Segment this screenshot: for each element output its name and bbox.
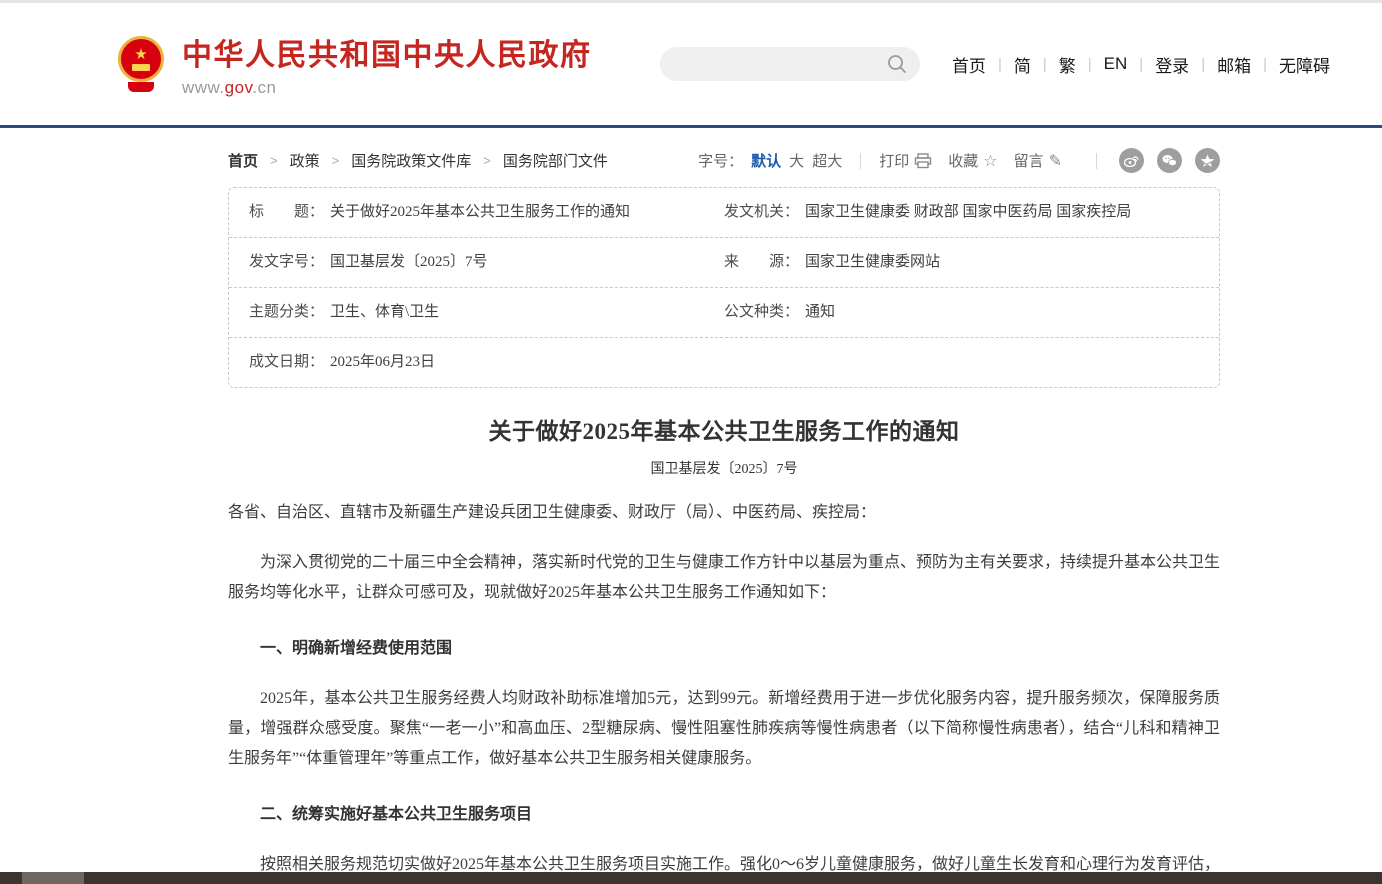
pencil-icon: ✎ <box>1049 151 1062 171</box>
search-input[interactable] <box>676 56 886 72</box>
top-nav: 首页 | 简 | 繁 | EN | 登录 | 邮箱 | 无障碍 <box>940 52 1342 77</box>
paragraph-section-1: 2025年，基本公共卫生服务经费人均财政补助标准增加5元，达到99元。新增经费用… <box>228 684 1220 774</box>
meta-type-label: 公文种类： <box>724 304 799 320</box>
nav-item-home[interactable]: 首页 <box>940 52 998 77</box>
meta-number-label: 发文字号： <box>249 254 324 270</box>
toolbar-divider <box>860 153 861 169</box>
nav-item-mail[interactable]: 邮箱 <box>1205 52 1263 77</box>
meta-agency-value: 国家卫生健康委 财政部 国家中医药局 国家疾控局 <box>805 204 1131 220</box>
font-size-large-button[interactable]: 大 <box>789 150 804 171</box>
meta-empty-cell <box>724 353 1199 372</box>
meta-number-value: 国卫基层发〔2025〕7号 <box>330 254 488 270</box>
emblem-circle: ★ <box>118 36 164 82</box>
meta-row-date: 成文日期： 2025年06月23日 <box>229 338 1219 387</box>
meta-category-label: 主题分类： <box>249 304 324 320</box>
toolbar-divider <box>1096 153 1097 169</box>
breadcrumb-policy-library[interactable]: 国务院政策文件库 <box>351 150 471 171</box>
meta-agency-label: 发文机关： <box>724 204 799 220</box>
nav-item-simplified[interactable]: 简 <box>1002 52 1043 77</box>
meta-title-cell: 标 题： 关于做好2025年基本公共卫生服务工作的通知 <box>249 203 724 222</box>
qzone-share-button[interactable] <box>1195 148 1220 173</box>
search-icon[interactable] <box>886 53 908 75</box>
print-label: 打印 <box>879 150 909 171</box>
url-gov: gov <box>225 78 253 97</box>
section-heading-1: 一、明确新增经费使用范围 <box>228 634 1220 664</box>
paragraph-intro: 为深入贯彻党的二十届三中全会精神，落实新时代党的卫生与健康工作方针中以基层为重点… <box>228 548 1220 608</box>
comment-button[interactable]: 留言 ✎ <box>1014 150 1062 171</box>
meta-source-cell: 来 源： 国家卫生健康委网站 <box>724 253 1199 272</box>
comment-label: 留言 <box>1014 150 1044 171</box>
wechat-share-button[interactable] <box>1157 148 1182 173</box>
meta-date-cell: 成文日期： 2025年06月23日 <box>249 353 724 372</box>
site-url: www.gov.cn <box>182 78 592 98</box>
main-content: 首页 > 政策 > 国务院政策文件库 > 国务院部门文件 字号： 默认 大 超大… <box>228 128 1220 884</box>
horizontal-scrollbar[interactable] <box>0 872 1382 884</box>
meta-source-value: 国家卫生健康委网站 <box>805 254 940 270</box>
breadcrumb-policy[interactable]: 政策 <box>290 150 320 171</box>
print-button[interactable]: 打印 <box>879 150 932 171</box>
search-box[interactable] <box>660 47 920 81</box>
scrollbar-thumb[interactable] <box>22 872 84 884</box>
meta-title-label: 标 题： <box>249 204 324 220</box>
breadcrumb: 首页 > 政策 > 国务院政策文件库 > 国务院部门文件 <box>228 150 608 171</box>
meta-type-cell: 公文种类： 通知 <box>724 303 1199 322</box>
site-header: ★ 中华人民共和国中央人民政府 www.gov.cn 首页 | 简 | 繁 | … <box>0 3 1382 125</box>
weibo-share-button[interactable] <box>1119 148 1144 173</box>
nav-item-english[interactable]: EN <box>1092 54 1140 74</box>
meta-type-value: 通知 <box>805 304 835 320</box>
font-size-xlarge-button[interactable]: 超大 <box>812 150 842 171</box>
document-body: 关于做好2025年基本公共卫生服务工作的通知 国卫基层发〔2025〕7号 各省、… <box>228 412 1220 884</box>
breadcrumb-separator: > <box>483 153 491 168</box>
document-title: 关于做好2025年基本公共卫生服务工作的通知 <box>268 412 1180 446</box>
brand-text: 中华人民共和国中央人民政府 www.gov.cn <box>182 30 592 98</box>
url-cn: .cn <box>252 78 276 97</box>
document-meta-table: 标 题： 关于做好2025年基本公共卫生服务工作的通知 发文机关： 国家卫生健康委 … <box>228 187 1220 388</box>
nav-item-traditional[interactable]: 繁 <box>1047 52 1088 77</box>
meta-date-label: 成文日期： <box>249 354 324 370</box>
meta-number-cell: 发文字号： 国卫基层发〔2025〕7号 <box>249 253 724 272</box>
meta-date-value: 2025年06月23日 <box>330 354 435 370</box>
document-number-subtitle: 国卫基层发〔2025〕7号 <box>228 458 1220 478</box>
meta-row-category-type: 主题分类： 卫生、体育\卫生 公文种类： 通知 <box>229 288 1219 338</box>
wechat-icon <box>1162 154 1177 167</box>
nav-item-login[interactable]: 登录 <box>1143 52 1201 77</box>
meta-category-value: 卫生、体育\卫生 <box>330 304 439 320</box>
font-size-label: 字号： <box>698 150 743 171</box>
favorite-label: 收藏 <box>948 150 978 171</box>
paragraph-salutation: 各省、自治区、直辖市及新疆生产建设兵团卫生健康委、财政厅（局）、中医药局、疾控局… <box>228 498 1220 528</box>
emblem-star-icon: ★ <box>134 48 147 62</box>
site-brand[interactable]: ★ 中华人民共和国中央人民政府 www.gov.cn <box>118 30 592 98</box>
meta-row-title-agency: 标 题： 关于做好2025年基本公共卫生服务工作的通知 发文机关： 国家卫生健康委 … <box>229 188 1219 238</box>
meta-agency-cell: 发文机关： 国家卫生健康委 财政部 国家中医药局 国家疾控局 <box>724 203 1199 222</box>
meta-source-label: 来 源： <box>724 254 799 270</box>
breadcrumb-separator: > <box>270 153 278 168</box>
share-buttons <box>1119 148 1220 173</box>
favorite-button[interactable]: 收藏 ☆ <box>948 150 997 171</box>
section-heading-2: 二、统筹实施好基本公共卫生服务项目 <box>228 800 1220 830</box>
emblem-gate-shape <box>132 64 150 71</box>
weibo-icon <box>1124 154 1139 167</box>
meta-category-cell: 主题分类： 卫生、体育\卫生 <box>249 303 724 322</box>
national-emblem-logo[interactable]: ★ <box>118 36 166 92</box>
breadcrumb-dept-docs[interactable]: 国务院部门文件 <box>503 150 608 171</box>
site-title: 中华人民共和国中央人民政府 <box>182 30 592 74</box>
emblem-ribbon <box>128 82 154 92</box>
header-right: 首页 | 简 | 繁 | EN | 登录 | 邮箱 | 无障碍 <box>660 47 1342 81</box>
breadcrumb-toolbar-row: 首页 > 政策 > 国务院政策文件库 > 国务院部门文件 字号： 默认 大 超大… <box>228 128 1220 187</box>
breadcrumb-home[interactable]: 首页 <box>228 150 258 171</box>
font-size-default-button[interactable]: 默认 <box>751 150 781 171</box>
url-www: www. <box>182 78 225 97</box>
meta-row-number-source: 发文字号： 国卫基层发〔2025〕7号 来 源： 国家卫生健康委网站 <box>229 238 1219 288</box>
printer-icon <box>914 153 932 169</box>
qzone-star-icon <box>1200 154 1215 168</box>
nav-item-accessibility[interactable]: 无障碍 <box>1267 52 1342 77</box>
breadcrumb-separator: > <box>332 153 340 168</box>
star-icon: ☆ <box>983 151 997 171</box>
meta-title-value: 关于做好2025年基本公共卫生服务工作的通知 <box>330 204 630 220</box>
document-toolbar: 字号： 默认 大 超大 打印 收藏 ☆ 留言 ✎ <box>698 148 1220 173</box>
